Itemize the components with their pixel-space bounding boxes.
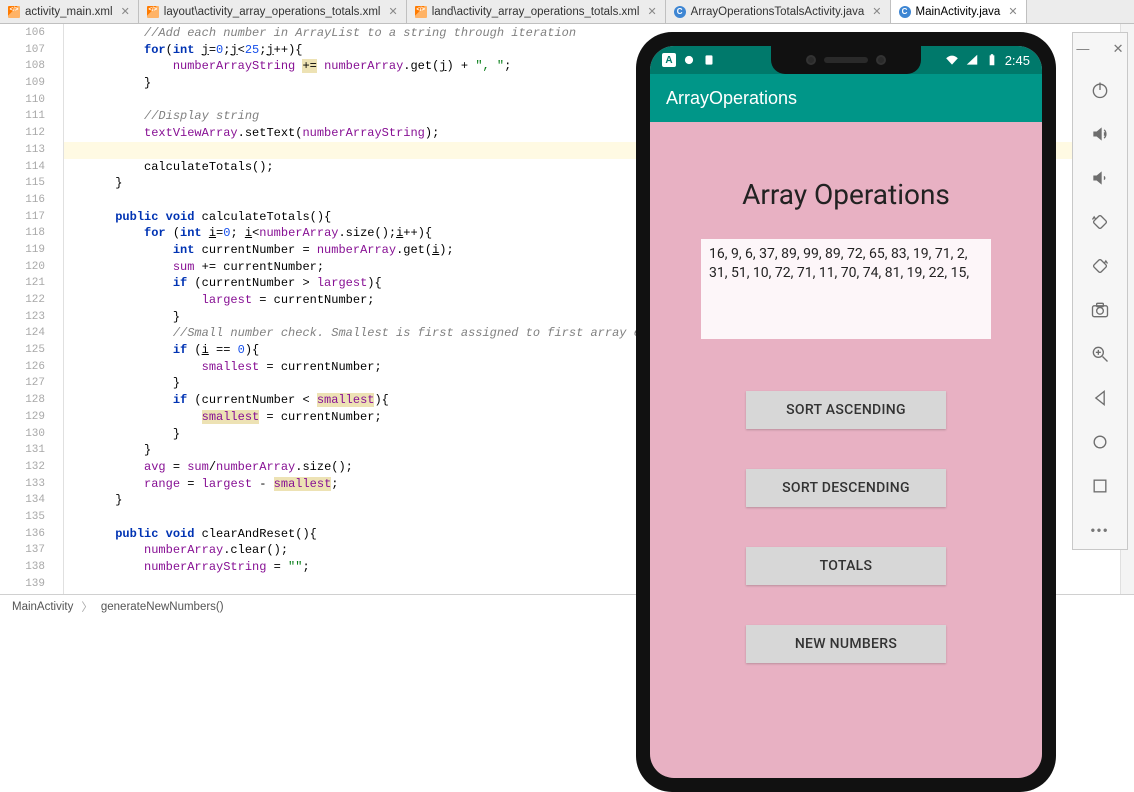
app-button[interactable]: SORT ASCENDING <box>746 391 946 429</box>
close-icon[interactable]: ✕ <box>1113 41 1124 57</box>
xml-file-icon <box>8 6 20 18</box>
bug-icon <box>682 53 696 67</box>
rotate-right-icon[interactable] <box>1089 255 1111 277</box>
camera-icon[interactable] <box>1089 299 1111 321</box>
signal-icon <box>965 53 979 67</box>
volume-down-icon[interactable] <box>1089 167 1111 189</box>
breadcrumb-sep: 〉 <box>81 599 93 615</box>
more-icon[interactable]: ••• <box>1089 519 1111 541</box>
breadcrumb-class[interactable]: MainActivity <box>12 601 73 613</box>
tab-close-icon[interactable]: ✕ <box>121 5 130 18</box>
tab-label: activity_main.xml <box>25 6 113 18</box>
tab-label: MainActivity.java <box>916 6 1001 18</box>
volume-up-icon[interactable] <box>1089 123 1111 145</box>
tab-close-icon[interactable]: ✕ <box>1008 5 1017 18</box>
editor-tab[interactable]: activity_main.xml ✕ <box>0 0 139 23</box>
app-bar: ArrayOperations <box>650 74 1042 122</box>
tab-close-icon[interactable]: ✕ <box>872 5 881 18</box>
editor-tab-bar: activity_main.xml ✕ layout\activity_array_… <box>0 0 1134 24</box>
power-icon[interactable] <box>1089 79 1111 101</box>
tab-close-icon[interactable]: ✕ <box>647 5 656 18</box>
java-file-icon: C <box>674 6 686 18</box>
app-title: ArrayOperations <box>666 88 797 109</box>
number-display: 16, 9, 6, 37, 89, 99, 89, 72, 65, 83, 19… <box>701 239 991 339</box>
xml-file-icon <box>415 6 427 18</box>
status-time: 2:45 <box>1005 53 1030 68</box>
screen-heading: Array Operations <box>742 178 950 211</box>
emulator-screen[interactable]: A 2:45 ArrayOperations Array Operations … <box>650 46 1042 778</box>
app-button[interactable]: NEW NUMBERS <box>746 625 946 663</box>
emulator-toolbar: — ✕ ••• <box>1072 32 1128 550</box>
zoom-icon[interactable] <box>1089 343 1111 365</box>
xml-file-icon <box>147 6 159 18</box>
back-icon[interactable] <box>1089 387 1111 409</box>
wifi-icon <box>945 53 959 67</box>
editor-tab[interactable]: layout\activity_array_operations_totals.… <box>139 0 407 23</box>
line-gutter: 1061071081091101111121131141151161171181… <box>0 24 64 594</box>
minimize-icon[interactable]: — <box>1076 41 1089 57</box>
home-icon[interactable] <box>1089 431 1111 453</box>
editor-tab[interactable]: C MainActivity.java ✕ <box>891 0 1027 23</box>
overview-icon[interactable] <box>1089 475 1111 497</box>
sd-icon <box>702 53 716 67</box>
editor-tab[interactable]: land\activity_array_operations_totals.xm… <box>407 0 666 23</box>
emulator-frame: A 2:45 ArrayOperations Array Operations … <box>636 32 1056 792</box>
tab-close-icon[interactable]: ✕ <box>388 5 397 18</box>
code-line[interactable]: //Add each number in ArrayList to a stri… <box>64 25 1134 42</box>
tab-label: layout\activity_array_operations_totals.… <box>164 6 381 18</box>
breadcrumb-method[interactable]: generateNewNumbers() <box>101 601 224 613</box>
battery-icon <box>985 53 999 67</box>
status-a-icon: A <box>662 53 676 67</box>
java-file-icon: C <box>899 6 911 18</box>
notch <box>771 46 921 74</box>
rotate-left-icon[interactable] <box>1089 211 1111 233</box>
editor-tab[interactable]: C ArrayOperationsTotalsActivity.java ✕ <box>666 0 891 23</box>
tab-label: ArrayOperationsTotalsActivity.java <box>691 6 865 18</box>
app-button[interactable]: TOTALS <box>746 547 946 585</box>
app-button[interactable]: SORT DESCENDING <box>746 469 946 507</box>
tab-label: land\activity_array_operations_totals.xm… <box>432 6 640 18</box>
